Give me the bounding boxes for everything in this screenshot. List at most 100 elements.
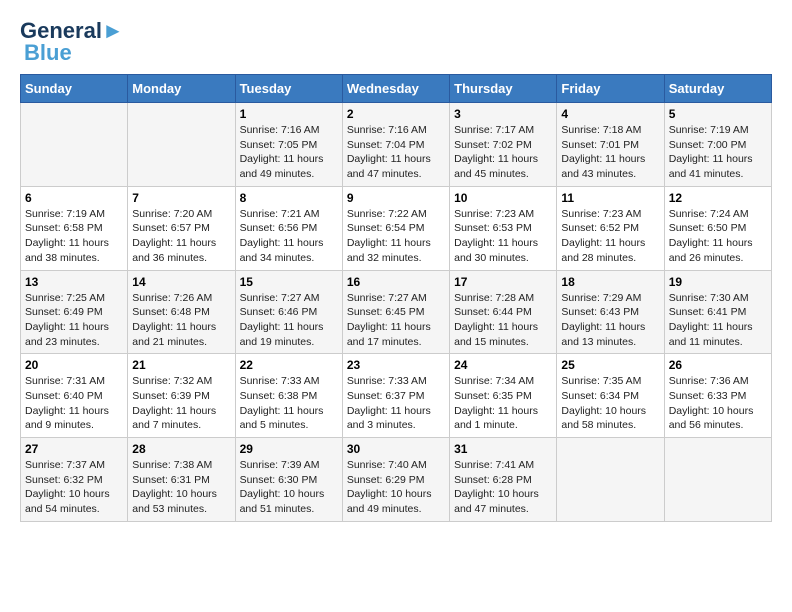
day-number: 11 <box>561 191 659 205</box>
cell-5-6 <box>557 438 664 522</box>
cell-2-7: 12Sunrise: 7:24 AMSunset: 6:50 PMDayligh… <box>664 186 771 270</box>
day-info: Sunrise: 7:19 AMSunset: 7:00 PMDaylight:… <box>669 123 767 182</box>
day-number: 9 <box>347 191 445 205</box>
day-number: 2 <box>347 107 445 121</box>
cell-1-2 <box>128 103 235 187</box>
cell-3-6: 18 Sunrise: 7:29 AMSunset: 6:43 PMDayligh… <box>557 270 664 354</box>
day-info: Sunrise: 7:27 AMSunset: 6:45 PMDaylight:… <box>347 291 445 350</box>
cell-3-3: 15 Sunrise: 7:27 AMSunset: 6:46 PMDayligh… <box>235 270 342 354</box>
week-row-4: 20 Sunrise: 7:31 AMSunset: 6:40 PMDayligh… <box>21 354 772 438</box>
day-info: Sunrise: 7:21 AMSunset: 6:56 PMDaylight:… <box>240 207 338 266</box>
day-info: Sunrise: 7:41 AMSunset: 6:28 PMDaylight:… <box>454 458 552 517</box>
day-info: Sunrise: 7:25 AMSunset: 6:49 PMDaylight:… <box>25 291 123 350</box>
day-number: 28 <box>132 442 230 456</box>
day-info: Sunrise: 7:22 AMSunset: 6:54 PMDaylight:… <box>347 207 445 266</box>
cell-2-3: 8 Sunrise: 7:21 AMSunset: 6:56 PMDaylight… <box>235 186 342 270</box>
col-header-saturday: Saturday <box>664 75 771 103</box>
col-header-tuesday: Tuesday <box>235 75 342 103</box>
cell-4-1: 20 Sunrise: 7:31 AMSunset: 6:40 PMDayligh… <box>21 354 128 438</box>
day-number: 5 <box>669 107 767 121</box>
day-info: Sunrise: 7:40 AMSunset: 6:29 PMDaylight:… <box>347 458 445 517</box>
day-number: 29 <box>240 442 338 456</box>
day-info: Sunrise: 7:29 AMSunset: 6:43 PMDaylight:… <box>561 291 659 350</box>
cell-2-5: 10 Sunrise: 7:23 AMSunset: 6:53 PMDayligh… <box>450 186 557 270</box>
day-info: Sunrise: 7:16 AMSunset: 7:04 PMDaylight:… <box>347 123 445 182</box>
day-info: Sunrise: 7:36 AMSunset: 6:33 PMDaylight:… <box>669 374 767 433</box>
day-info: Sunrise: 7:26 AMSunset: 6:48 PMDaylight:… <box>132 291 230 350</box>
cell-3-4: 16 Sunrise: 7:27 AMSunset: 6:45 PMDayligh… <box>342 270 449 354</box>
cell-5-7 <box>664 438 771 522</box>
day-info: Sunrise: 7:17 AMSunset: 7:02 PMDaylight:… <box>454 123 552 182</box>
day-number: 20 <box>25 358 123 372</box>
week-row-2: 6Sunrise: 7:19 AMSunset: 6:58 PMDaylight… <box>21 186 772 270</box>
day-number: 23 <box>347 358 445 372</box>
cell-2-6: 11 Sunrise: 7:23 AMSunset: 6:52 PMDayligh… <box>557 186 664 270</box>
week-row-1: 1 Sunrise: 7:16 AMSunset: 7:05 PMDaylight… <box>21 103 772 187</box>
cell-5-4: 30 Sunrise: 7:40 AMSunset: 6:29 PMDayligh… <box>342 438 449 522</box>
col-header-sunday: Sunday <box>21 75 128 103</box>
week-row-3: 13 Sunrise: 7:25 AMSunset: 6:49 PMDayligh… <box>21 270 772 354</box>
cell-3-7: 19 Sunrise: 7:30 AMSunset: 6:41 PMDayligh… <box>664 270 771 354</box>
day-number: 22 <box>240 358 338 372</box>
day-number: 3 <box>454 107 552 121</box>
col-header-wednesday: Wednesday <box>342 75 449 103</box>
day-info: Sunrise: 7:16 AMSunset: 7:05 PMDaylight:… <box>240 123 338 182</box>
day-info: Sunrise: 7:33 AMSunset: 6:38 PMDaylight:… <box>240 374 338 433</box>
day-info: Sunrise: 7:30 AMSunset: 6:41 PMDaylight:… <box>669 291 767 350</box>
cell-4-7: 26 Sunrise: 7:36 AMSunset: 6:33 PMDayligh… <box>664 354 771 438</box>
day-info: Sunrise: 7:23 AMSunset: 6:52 PMDaylight:… <box>561 207 659 266</box>
day-number: 26 <box>669 358 767 372</box>
cell-2-2: 7Sunrise: 7:20 AMSunset: 6:57 PMDaylight… <box>128 186 235 270</box>
col-header-friday: Friday <box>557 75 664 103</box>
day-number: 30 <box>347 442 445 456</box>
cell-3-1: 13 Sunrise: 7:25 AMSunset: 6:49 PMDayligh… <box>21 270 128 354</box>
cell-2-1: 6Sunrise: 7:19 AMSunset: 6:58 PMDaylight… <box>21 186 128 270</box>
calendar-body: 1 Sunrise: 7:16 AMSunset: 7:05 PMDaylight… <box>21 103 772 522</box>
cell-2-4: 9 Sunrise: 7:22 AMSunset: 6:54 PMDaylight… <box>342 186 449 270</box>
cell-1-3: 1 Sunrise: 7:16 AMSunset: 7:05 PMDaylight… <box>235 103 342 187</box>
day-number: 16 <box>347 275 445 289</box>
day-info: Sunrise: 7:37 AMSunset: 6:32 PMDaylight:… <box>25 458 123 517</box>
day-number: 1 <box>240 107 338 121</box>
day-info: Sunrise: 7:38 AMSunset: 6:31 PMDaylight:… <box>132 458 230 517</box>
day-info: Sunrise: 7:39 AMSunset: 6:30 PMDaylight:… <box>240 458 338 517</box>
cell-1-5: 3 Sunrise: 7:17 AMSunset: 7:02 PMDaylight… <box>450 103 557 187</box>
cell-3-5: 17 Sunrise: 7:28 AMSunset: 6:44 PMDayligh… <box>450 270 557 354</box>
day-info: Sunrise: 7:19 AMSunset: 6:58 PMDaylight:… <box>25 207 123 266</box>
day-number: 17 <box>454 275 552 289</box>
day-info: Sunrise: 7:28 AMSunset: 6:44 PMDaylight:… <box>454 291 552 350</box>
cell-5-5: 31 Sunrise: 7:41 AMSunset: 6:28 PMDayligh… <box>450 438 557 522</box>
cell-5-1: 27 Sunrise: 7:37 AMSunset: 6:32 PMDayligh… <box>21 438 128 522</box>
day-number: 7 <box>132 191 230 205</box>
day-number: 21 <box>132 358 230 372</box>
day-number: 19 <box>669 275 767 289</box>
day-number: 10 <box>454 191 552 205</box>
cell-1-4: 2 Sunrise: 7:16 AMSunset: 7:04 PMDaylight… <box>342 103 449 187</box>
day-info: Sunrise: 7:18 AMSunset: 7:01 PMDaylight:… <box>561 123 659 182</box>
cell-4-3: 22 Sunrise: 7:33 AMSunset: 6:38 PMDayligh… <box>235 354 342 438</box>
day-number: 25 <box>561 358 659 372</box>
cell-4-2: 21 Sunrise: 7:32 AMSunset: 6:39 PMDayligh… <box>128 354 235 438</box>
day-info: Sunrise: 7:35 AMSunset: 6:34 PMDaylight:… <box>561 374 659 433</box>
day-number: 27 <box>25 442 123 456</box>
day-info: Sunrise: 7:33 AMSunset: 6:37 PMDaylight:… <box>347 374 445 433</box>
day-number: 13 <box>25 275 123 289</box>
page-header: General► Blue <box>20 20 772 64</box>
day-info: Sunrise: 7:23 AMSunset: 6:53 PMDaylight:… <box>454 207 552 266</box>
calendar-table: SundayMondayTuesdayWednesdayThursdayFrid… <box>20 74 772 522</box>
day-number: 15 <box>240 275 338 289</box>
cell-1-7: 5 Sunrise: 7:19 AMSunset: 7:00 PMDaylight… <box>664 103 771 187</box>
logo: General► Blue <box>20 20 124 64</box>
day-number: 31 <box>454 442 552 456</box>
cell-5-2: 28 Sunrise: 7:38 AMSunset: 6:31 PMDayligh… <box>128 438 235 522</box>
logo-subtext: Blue <box>24 42 72 64</box>
day-number: 18 <box>561 275 659 289</box>
day-number: 12 <box>669 191 767 205</box>
day-info: Sunrise: 7:32 AMSunset: 6:39 PMDaylight:… <box>132 374 230 433</box>
day-number: 14 <box>132 275 230 289</box>
day-number: 8 <box>240 191 338 205</box>
day-info: Sunrise: 7:27 AMSunset: 6:46 PMDaylight:… <box>240 291 338 350</box>
day-info: Sunrise: 7:31 AMSunset: 6:40 PMDaylight:… <box>25 374 123 433</box>
col-header-monday: Monday <box>128 75 235 103</box>
cell-4-5: 24Sunrise: 7:34 AMSunset: 6:35 PMDayligh… <box>450 354 557 438</box>
